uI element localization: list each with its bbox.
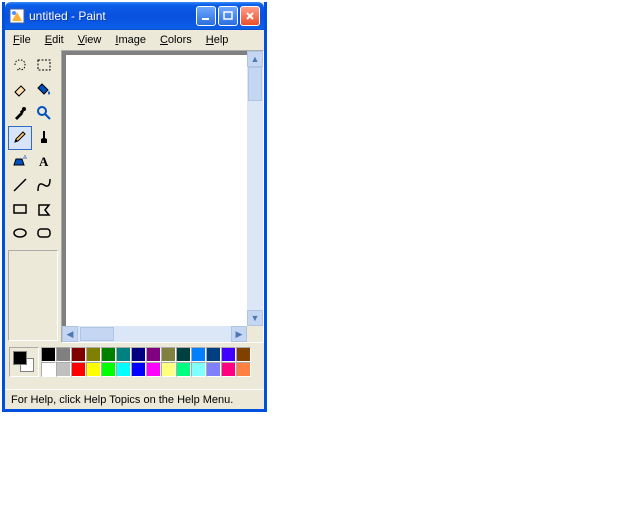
scroll-down-button[interactable]: ▼ (247, 310, 263, 326)
color-swatch[interactable] (161, 362, 176, 377)
svg-text:A: A (39, 154, 49, 169)
titlebar[interactable]: untitled - Paint (5, 2, 264, 30)
line-icon (12, 177, 28, 196)
close-button[interactable] (240, 6, 260, 26)
tool-polygon[interactable] (32, 198, 56, 222)
rect-select-icon (36, 57, 52, 76)
color-swatch[interactable] (41, 362, 56, 377)
color-swatch[interactable] (176, 347, 191, 362)
color-swatch[interactable] (86, 347, 101, 362)
color-swatch[interactable] (101, 347, 116, 362)
toolbox: A (5, 50, 61, 343)
tool-rectangle[interactable] (8, 198, 32, 222)
free-select-icon (12, 57, 28, 76)
tool-options-panel (8, 250, 58, 341)
color-swatch[interactable] (41, 347, 56, 362)
tool-picker[interactable] (8, 102, 32, 126)
tool-magnifier[interactable] (32, 102, 56, 126)
brush-icon (36, 129, 52, 148)
tool-fill[interactable] (32, 78, 56, 102)
color-swatch[interactable] (176, 362, 191, 377)
tool-rounded-rect[interactable] (32, 222, 56, 246)
color-swatch[interactable] (86, 362, 101, 377)
color-swatch[interactable] (221, 347, 236, 362)
tool-pencil[interactable] (8, 126, 32, 150)
color-palette-area (5, 343, 264, 389)
scroll-up-button[interactable]: ▲ (247, 51, 263, 67)
color-swatch[interactable] (161, 347, 176, 362)
scrollbar-corner (247, 326, 263, 342)
horizontal-scroll-thumb[interactable] (80, 327, 114, 341)
tool-curve[interactable] (32, 174, 56, 198)
color-swatch[interactable] (131, 362, 146, 377)
color-swatch[interactable] (236, 347, 251, 362)
vertical-scroll-thumb[interactable] (248, 67, 262, 101)
polygon-icon (36, 201, 52, 220)
tool-text[interactable]: A (32, 150, 56, 174)
tool-ellipse[interactable] (8, 222, 32, 246)
color-swatch[interactable] (71, 347, 86, 362)
color-swatch[interactable] (206, 347, 221, 362)
menu-view[interactable]: View (74, 32, 106, 48)
color-swatch[interactable] (146, 362, 161, 377)
tool-rect-select[interactable] (32, 54, 56, 78)
scroll-right-button[interactable]: ▶ (231, 326, 247, 342)
color-swatch[interactable] (206, 362, 221, 377)
scroll-left-button[interactable]: ◀ (62, 326, 78, 342)
curve-icon (36, 177, 52, 196)
menu-image[interactable]: Image (111, 32, 150, 48)
minimize-button[interactable] (196, 6, 216, 26)
tool-airbrush[interactable] (8, 150, 32, 174)
drawing-canvas[interactable] (66, 55, 247, 326)
color-swatch[interactable] (191, 347, 206, 362)
horizontal-scrollbar[interactable]: ◀ ▶ (62, 326, 247, 342)
color-swatch[interactable] (131, 347, 146, 362)
color-swatch[interactable] (56, 362, 71, 377)
work-area: A ▲ ▼ ◀ ▶ (5, 50, 264, 343)
color-swatch[interactable] (191, 362, 206, 377)
rectangle-icon (12, 201, 28, 220)
color-swatch[interactable] (56, 347, 71, 362)
color-palette (41, 347, 251, 385)
window-controls (196, 6, 260, 26)
current-colors[interactable] (9, 347, 39, 377)
color-swatch[interactable] (101, 362, 116, 377)
picker-icon (12, 105, 28, 124)
status-text: For Help, click Help Topics on the Help … (11, 394, 233, 406)
color-swatch[interactable] (146, 347, 161, 362)
tool-line[interactable] (8, 174, 32, 198)
color-swatch[interactable] (236, 362, 251, 377)
magnifier-icon (36, 105, 52, 124)
color-swatch[interactable] (221, 362, 236, 377)
ellipse-icon (12, 225, 28, 244)
statusbar: For Help, click Help Topics on the Help … (5, 389, 264, 409)
menubar: File Edit View Image Colors Help (5, 30, 264, 50)
foreground-color-swatch[interactable] (13, 351, 27, 365)
pencil-icon (12, 129, 28, 148)
canvas-area: ▲ ▼ ◀ ▶ (61, 50, 264, 343)
fill-icon (36, 81, 52, 100)
vertical-scrollbar[interactable]: ▲ ▼ (247, 51, 263, 326)
text-icon: A (36, 153, 52, 172)
tool-free-select[interactable] (8, 54, 32, 78)
menu-edit[interactable]: Edit (41, 32, 68, 48)
rounded-rect-icon (36, 225, 52, 244)
tool-eraser[interactable] (8, 78, 32, 102)
menu-help[interactable]: Help (202, 32, 233, 48)
eraser-icon (12, 81, 28, 100)
tool-brush[interactable] (32, 126, 56, 150)
menu-file[interactable]: File (9, 32, 35, 48)
airbrush-icon (12, 153, 28, 172)
paint-app-icon (9, 8, 25, 24)
menu-colors[interactable]: Colors (156, 32, 196, 48)
color-swatch[interactable] (71, 362, 86, 377)
color-swatch[interactable] (116, 347, 131, 362)
paint-window: untitled - Paint File Edit View Image Co… (2, 2, 267, 412)
color-swatch[interactable] (116, 362, 131, 377)
maximize-button[interactable] (218, 6, 238, 26)
window-title: untitled - Paint (29, 9, 196, 23)
